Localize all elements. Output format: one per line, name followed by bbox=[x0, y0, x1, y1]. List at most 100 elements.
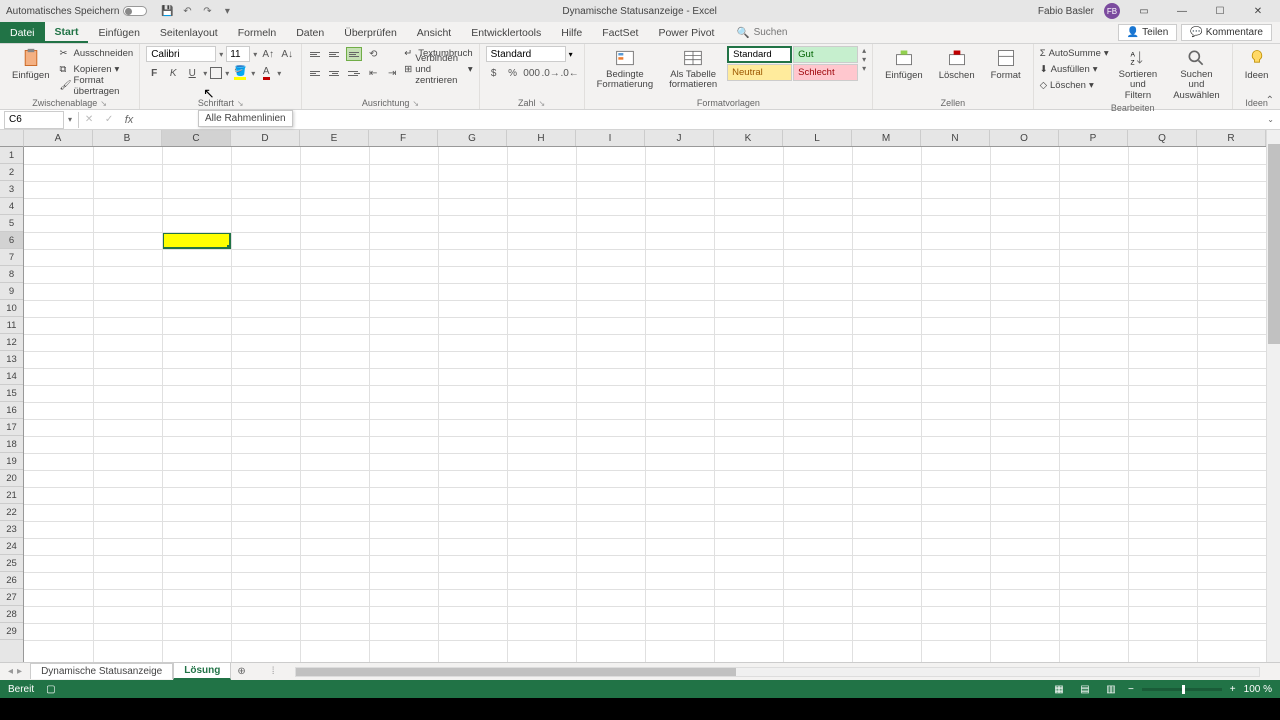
row-header[interactable]: 17 bbox=[0, 419, 23, 436]
column-header[interactable]: J bbox=[645, 130, 714, 146]
ideas-button[interactable]: Ideen bbox=[1239, 46, 1275, 83]
fill-button[interactable]: ⬇Ausfüllen▾ bbox=[1040, 62, 1109, 77]
active-cell[interactable] bbox=[162, 232, 231, 249]
column-header[interactable]: R bbox=[1197, 130, 1266, 146]
font-size-select[interactable]: 11 bbox=[226, 46, 250, 62]
row-header[interactable]: 13 bbox=[0, 351, 23, 368]
currency-icon[interactable]: $ bbox=[486, 65, 502, 81]
accept-formula-icon[interactable]: ✓ bbox=[99, 114, 119, 125]
row-header[interactable]: 16 bbox=[0, 402, 23, 419]
zoom-out-icon[interactable]: − bbox=[1128, 684, 1134, 695]
name-box[interactable]: C6 bbox=[4, 111, 64, 129]
redo-icon[interactable]: ↷ bbox=[201, 5, 213, 17]
conditional-format-button[interactable]: Bedingte Formatierung bbox=[591, 46, 659, 93]
align-center-icon[interactable] bbox=[327, 66, 343, 80]
sort-filter-button[interactable]: AZSortieren und Filtern bbox=[1113, 46, 1164, 103]
row-header[interactable]: 7 bbox=[0, 249, 23, 266]
style-standard[interactable]: Standard bbox=[727, 46, 792, 63]
undo-icon[interactable]: ↶ bbox=[181, 5, 193, 17]
name-box-dropdown-icon[interactable]: ▾ bbox=[68, 115, 78, 124]
row-header[interactable]: 4 bbox=[0, 198, 23, 215]
column-header[interactable]: G bbox=[438, 130, 507, 146]
bold-button[interactable]: F bbox=[146, 65, 162, 81]
row-header[interactable]: 10 bbox=[0, 300, 23, 317]
tab-layout[interactable]: Seitenlayout bbox=[150, 22, 228, 43]
chevron-down-icon[interactable]: ▾ bbox=[219, 50, 223, 59]
font-color-button[interactable]: A bbox=[258, 65, 274, 81]
zoom-slider[interactable] bbox=[1142, 688, 1222, 691]
page-break-icon[interactable]: ▥ bbox=[1102, 682, 1120, 696]
row-header[interactable]: 23 bbox=[0, 521, 23, 538]
insert-cells-button[interactable]: Einfügen bbox=[879, 46, 929, 83]
row-header[interactable]: 1 bbox=[0, 147, 23, 164]
column-header[interactable]: E bbox=[300, 130, 369, 146]
thousands-icon[interactable]: 000 bbox=[524, 65, 540, 81]
row-header[interactable]: 15 bbox=[0, 385, 23, 402]
row-header[interactable]: 25 bbox=[0, 555, 23, 572]
sheet-tab-2[interactable]: Lösung bbox=[173, 662, 231, 680]
decrease-indent-icon[interactable]: ⇤ bbox=[365, 65, 381, 81]
chevron-down-icon[interactable]: ▾ bbox=[253, 50, 257, 59]
orientation-icon[interactable]: ⟲ bbox=[365, 46, 381, 62]
collapse-ribbon-icon[interactable]: ⌃ bbox=[1266, 95, 1274, 106]
column-header[interactable]: F bbox=[369, 130, 438, 146]
column-header[interactable]: K bbox=[714, 130, 783, 146]
column-header[interactable]: M bbox=[852, 130, 921, 146]
tab-review[interactable]: Überprüfen bbox=[334, 22, 407, 43]
chevron-down-icon[interactable]: ▾ bbox=[251, 69, 255, 78]
zoom-in-icon[interactable]: + bbox=[1230, 684, 1236, 695]
fill-color-button[interactable]: 🪣 bbox=[232, 65, 248, 81]
style-neutral[interactable]: Neutral bbox=[727, 64, 792, 81]
row-header[interactable]: 27 bbox=[0, 589, 23, 606]
row-header[interactable]: 21 bbox=[0, 487, 23, 504]
delete-cells-button[interactable]: Löschen bbox=[933, 46, 981, 83]
tab-view[interactable]: Ansicht bbox=[407, 22, 461, 43]
cells-area[interactable] bbox=[24, 147, 1266, 662]
search-input[interactable] bbox=[754, 27, 834, 38]
styles-more[interactable]: ▴▾▾ bbox=[862, 46, 866, 73]
column-header[interactable]: Q bbox=[1128, 130, 1197, 146]
align-bottom-icon[interactable] bbox=[346, 47, 362, 61]
launcher-icon[interactable]: ↘ bbox=[237, 99, 244, 108]
align-middle-icon[interactable] bbox=[327, 47, 343, 61]
row-header[interactable]: 20 bbox=[0, 470, 23, 487]
chevron-down-icon[interactable]: ▾ bbox=[225, 69, 229, 78]
row-header[interactable]: 8 bbox=[0, 266, 23, 283]
style-good[interactable]: Gut bbox=[793, 46, 858, 63]
increase-font-icon[interactable]: A↑ bbox=[260, 46, 276, 62]
format-table-button[interactable]: Als Tabelle formatieren bbox=[663, 46, 723, 93]
column-header[interactable]: H bbox=[507, 130, 576, 146]
column-header[interactable]: C bbox=[162, 130, 231, 146]
save-icon[interactable]: 💾 bbox=[161, 5, 173, 17]
tab-formulas[interactable]: Formeln bbox=[228, 22, 287, 43]
scrollbar-thumb[interactable] bbox=[296, 668, 736, 676]
vertical-scrollbar[interactable] bbox=[1266, 130, 1280, 662]
percent-icon[interactable]: % bbox=[505, 65, 521, 81]
font-name-select[interactable]: Calibri bbox=[146, 46, 216, 62]
fx-icon[interactable]: fx bbox=[119, 114, 139, 126]
row-header[interactable]: 26 bbox=[0, 572, 23, 589]
align-right-icon[interactable] bbox=[346, 66, 362, 80]
normal-view-icon[interactable]: ▦ bbox=[1050, 682, 1068, 696]
tab-factset[interactable]: FactSet bbox=[592, 22, 648, 43]
column-header[interactable]: N bbox=[921, 130, 990, 146]
comments-button[interactable]: 💬Kommentare bbox=[1181, 24, 1272, 41]
autosum-button[interactable]: ΣAutoSumme▾ bbox=[1040, 46, 1109, 61]
row-header[interactable]: 14 bbox=[0, 368, 23, 385]
row-header[interactable]: 5 bbox=[0, 215, 23, 232]
chevron-down-icon[interactable]: ▾ bbox=[277, 69, 281, 78]
autosave-toggle[interactable]: Automatisches Speichern bbox=[0, 6, 153, 17]
column-header[interactable]: P bbox=[1059, 130, 1128, 146]
chevron-down-icon[interactable]: ▾ bbox=[569, 50, 573, 59]
cut-button[interactable]: ✂Ausschneiden bbox=[60, 46, 134, 61]
increase-indent-icon[interactable]: ⇥ bbox=[384, 65, 400, 81]
add-sheet-button[interactable]: ⊕ bbox=[231, 666, 251, 677]
tab-help[interactable]: Hilfe bbox=[551, 22, 592, 43]
border-button[interactable] bbox=[210, 67, 222, 79]
row-header[interactable]: 18 bbox=[0, 436, 23, 453]
style-bad[interactable]: Schlecht bbox=[793, 64, 858, 81]
merge-button[interactable]: ⊞Verbinden und zentrieren▾ bbox=[404, 62, 472, 77]
underline-button[interactable]: U bbox=[184, 65, 200, 81]
row-header[interactable]: 24 bbox=[0, 538, 23, 555]
tab-insert[interactable]: Einfügen bbox=[88, 22, 149, 43]
